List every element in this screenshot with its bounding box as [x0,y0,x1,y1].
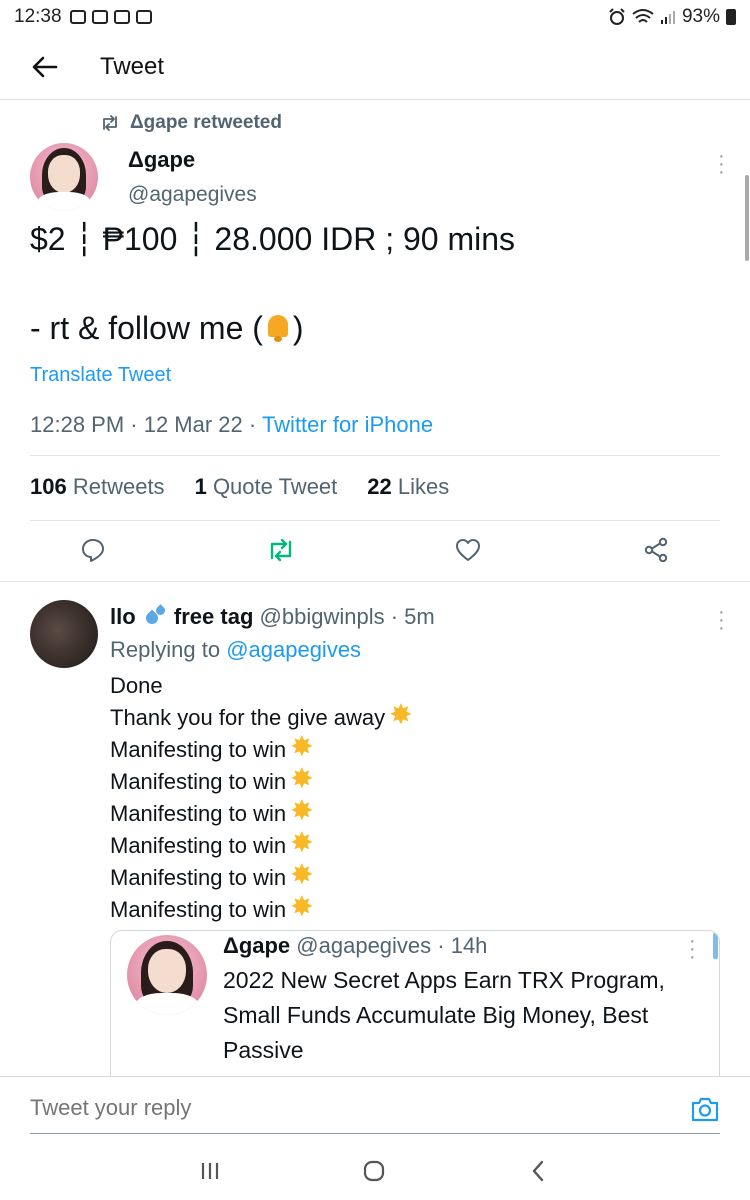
likes-stat[interactable]: 22 Likes [367,474,449,500]
retweeted-by-label: Δgape retweeted [130,112,282,133]
tweet-actions [0,530,750,580]
divider [0,581,750,582]
reply-author-name[interactable]: llo free tag [110,604,253,629]
more-options-icon[interactable]: · · · [718,146,725,182]
quote-tweets-stat[interactable]: 1 Quote Tweet [195,474,338,500]
quoted-tweet[interactable]: Δgape @agapegives · 14h · · · 2022 New Sec… [110,930,720,1100]
reply-composer [0,1076,750,1146]
tweet-text-suffix: ) [292,310,304,346]
reply-line: Done [110,673,163,698]
app-bar: Tweet [0,34,750,100]
tweet-stats: 106 Retweets 1 Quote Tweet 22 Likes [30,474,449,500]
star-emoji-icon [290,859,316,891]
system-back-button[interactable] [518,1156,558,1186]
star-emoji-icon [290,827,316,859]
retweets-stat[interactable]: 106 Retweets [30,474,165,500]
tweet-source-link[interactable]: Twitter for iPhone [262,412,433,437]
camera-icon [691,1097,719,1122]
divider [30,520,720,521]
tweet-text-prefix: - rt & follow me ( [30,310,263,346]
battery-icon [726,9,736,25]
system-nav-bar [0,1146,750,1200]
reply-handle-time: @bbigwinpls · 5m [259,604,435,629]
scroll-indicator [713,933,718,959]
reply-button[interactable] [73,530,113,570]
tweet-timestamp: 12:28 PM · 12 Mar 22 · Twitter for iPhon… [30,412,433,438]
camera-button[interactable] [690,1095,720,1125]
recent-apps-icon [201,1163,219,1179]
author-name[interactable]: Δgape [128,147,195,173]
like-button[interactable] [448,530,488,570]
replying-to-handle[interactable]: @agapegives [226,637,361,662]
sweat-droplets-emoji-icon [144,604,166,626]
wifi-icon [632,9,654,23]
reply-line: Manifesting to win [110,827,415,862]
reply-line: Manifesting to win [110,859,415,894]
star-emoji-icon [389,699,415,731]
retweet-small-icon [103,115,117,131]
notification-icon [69,10,86,24]
back-button[interactable] [0,34,90,100]
reply-text: Done Thank you for the give away Manifes… [110,670,415,926]
battery-percent: 93% [681,6,720,27]
quoted-author-name: Δgape [223,933,291,958]
quoted-text: 2022 New Secret Apps Earn TRX Program, S… [223,967,665,1063]
retweet-context[interactable]: Δgape retweeted [100,112,282,134]
quoted-handle-time: @agapegives · 14h [296,933,488,958]
replying-to: Replying to @agapegives [110,637,362,662]
tweet-text-line: $2 ┆ ₱100 ┆ 28.000 IDR ; 90 mins [30,221,516,257]
page-title: Tweet [100,52,165,80]
translate-tweet-link[interactable]: Translate Tweet [30,364,171,387]
avatar[interactable] [30,600,98,668]
avatar[interactable] [30,143,98,211]
reply-line: Manifesting to win [110,731,415,766]
bell-emoji-icon [263,312,293,342]
reply-header: llo free tag @bbigwinpls · 5m [110,604,435,630]
reply-line: Manifesting to win [110,795,415,830]
reply-icon [82,539,104,562]
alarm-icon [609,8,625,25]
timestamp-text: 12:28 PM · 12 Mar 22 · [30,412,262,437]
star-emoji-icon [290,795,316,827]
reply-line: Thank you for the give away [110,699,415,734]
share-icon [644,537,668,563]
reply-input[interactable] [30,1095,630,1121]
author-handle[interactable]: @agapegives [128,183,257,207]
back-arrow-icon [32,56,58,77]
star-emoji-icon [290,763,316,795]
tweet-text-line: - rt & follow me () [30,310,304,347]
quoted-header: Δgape @agapegives · 14h [223,933,487,959]
reply-line: Manifesting to win [110,763,415,798]
star-emoji-icon [290,731,316,763]
more-options-icon[interactable]: · · · [689,931,696,967]
share-button[interactable] [636,530,676,570]
star-emoji-icon [290,891,316,923]
retweet-button[interactable] [261,530,301,570]
home-button[interactable] [354,1156,394,1186]
recent-apps-button[interactable] [190,1156,230,1186]
home-icon [363,1160,385,1182]
chevron-left-icon [532,1160,544,1182]
scrollbar[interactable] [745,175,749,261]
more-options-icon[interactable]: · · · [718,602,725,638]
reply-line: Manifesting to win [110,891,415,926]
divider [30,455,720,456]
avatar[interactable] [127,935,207,1015]
image-notification-icon [113,10,130,24]
notification-icons [69,10,152,24]
twitter-notification-icon [91,10,108,24]
signal-icon [660,11,675,24]
retweet-icon [270,538,292,562]
status-bar: 12:38 93% [0,0,750,34]
app-notification-icon [135,10,152,24]
heart-icon [456,539,480,561]
clock: 12:38 [14,6,62,27]
input-underline [30,1133,720,1134]
